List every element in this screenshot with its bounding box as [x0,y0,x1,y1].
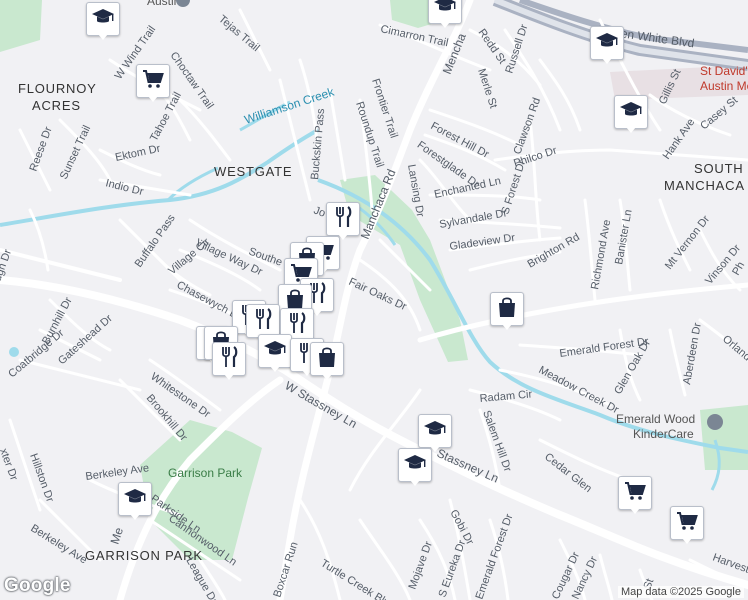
marker-box [136,64,170,98]
area-westgate: WESTGATE [214,164,292,179]
poi-label-kindercare: KinderCare [633,427,694,441]
map-marker-school[interactable] [418,414,452,452]
school-icon [433,0,457,22]
fork-knife-icon [331,205,355,234]
marker-box [212,342,246,376]
marker-tail [630,508,640,514]
marker-box [428,0,462,24]
marker-tail [98,34,108,40]
map-marker-shopping-bag[interactable] [490,292,524,330]
marker-tail [410,480,420,486]
park-label-garrison: Garrison Park [168,466,243,480]
map-attribution: Map data ©2025 Google [617,586,744,598]
marker-tail [682,538,692,544]
fork-knife-icon [217,345,241,374]
marker-box [418,414,452,448]
marker-tail [502,324,512,330]
map-marker-school[interactable] [398,448,432,486]
map-marker-fork-knife[interactable] [212,342,246,380]
marker-box [86,2,120,36]
marker-tail [626,127,636,133]
marker-tail [322,374,332,380]
marker-tail [224,374,234,380]
poi-label-st-davids: St David's [700,64,748,78]
map-marker-shopping-cart[interactable] [618,476,652,514]
school-icon [619,98,643,127]
fork-knife-icon [251,307,275,336]
shopping-bag-icon [315,345,339,374]
marker-tail [130,514,140,520]
school-icon [423,417,447,446]
shopping-bag-icon [495,295,519,324]
map-marker-fork-knife[interactable] [326,202,360,240]
school-icon [263,337,287,366]
marker-box [490,292,524,326]
map-marker-school[interactable] [428,0,462,28]
map-marker-school[interactable] [614,95,648,133]
marker-box [614,95,648,129]
school-icon [595,29,619,58]
map-marker-school[interactable] [590,26,624,64]
shopping-cart-icon [141,67,165,96]
marker-box [670,506,704,540]
map-marker-shopping-cart[interactable] [670,506,704,544]
map-marker-school[interactable] [86,2,120,40]
marker-box [590,26,624,60]
school-icon [403,451,427,480]
marker-box [326,202,360,236]
marker-box [118,482,152,516]
kindercare-pin-icon[interactable] [707,414,723,430]
marker-box [310,342,344,376]
poi-label-st-davids-2: Austin Me [700,79,748,93]
school-icon [91,5,115,34]
marker-box [246,304,280,338]
poi-label-top: Austin [147,0,180,8]
marker-tail [440,22,450,28]
marker-box [258,334,292,368]
area-south-manchaca: SOUTH [694,161,744,176]
marker-tail [602,58,612,64]
marker-tail [148,96,158,102]
map-marker-school[interactable] [118,482,152,520]
school-icon [123,485,147,514]
poi-label-emerald-wood: Emerald Wood [616,412,695,426]
area-flournoy-acres: FLOURNOY [18,81,97,96]
map-marker-shopping-bag[interactable] [310,342,344,380]
area-flournoy-acres-2: ACRES [32,98,81,113]
area-south-manchaca-2: MANCHACA [664,178,745,193]
marker-box [618,476,652,510]
shopping-cart-icon [623,479,647,508]
marker-tail [270,366,280,372]
map-marker-school[interactable] [258,334,292,372]
google-logo: Google [4,575,71,596]
shopping-cart-icon [675,509,699,538]
marker-box [398,448,432,482]
map-marker-shopping-cart[interactable] [136,64,170,102]
